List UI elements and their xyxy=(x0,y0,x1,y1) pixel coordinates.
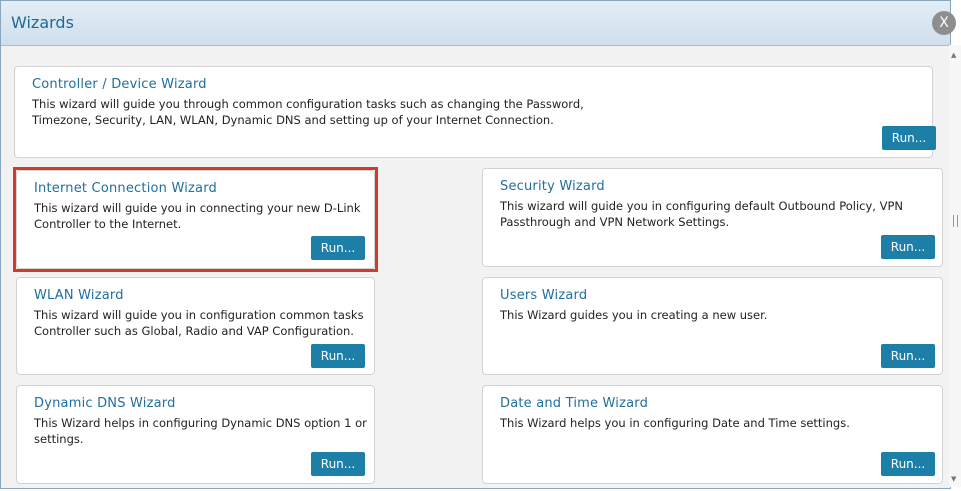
security-wizard-run-button[interactable]: Run... xyxy=(881,235,935,259)
internet-connection-wizard-description: This wizard will guide you in connecting… xyxy=(34,201,361,231)
users-wizard-run-button[interactable]: Run... xyxy=(881,344,935,368)
wlan-wizard-description: This wizard will guide you in configurat… xyxy=(34,308,364,338)
date-time-wizard-run-button[interactable]: Run... xyxy=(881,452,935,476)
users-wizard-card: Users Wizard This Wizard guides you in c… xyxy=(482,277,943,375)
controller-wizard-description: This wizard will guide you through commo… xyxy=(32,97,584,127)
security-wizard-description: This wizard will guide you in configurin… xyxy=(500,199,903,229)
users-wizard-title: Users Wizard xyxy=(500,288,588,303)
scrollbar[interactable]: ▲ ▼ xyxy=(949,45,961,487)
security-wizard-title: Security Wizard xyxy=(500,179,605,194)
dynamic-dns-wizard-run-button[interactable]: Run... xyxy=(311,452,365,476)
date-time-wizard-description: This Wizard helps you in configuring Dat… xyxy=(500,416,850,430)
date-time-wizard-title: Date and Time Wizard xyxy=(500,396,649,411)
close-button[interactable]: X xyxy=(932,11,956,35)
controller-wizard-run-button[interactable]: Run... xyxy=(882,126,936,150)
wizards-dialog: Wizards Controller / Device Wizard This … xyxy=(0,0,951,489)
security-wizard-card: Security Wizard This wizard will guide y… xyxy=(482,168,943,267)
internet-connection-wizard-card: Internet Connection Wizard This wizard w… xyxy=(16,170,375,269)
scroll-grip-icon[interactable] xyxy=(953,215,958,227)
scroll-up-arrow-icon[interactable]: ▲ xyxy=(951,51,956,59)
users-wizard-description: This Wizard guides you in creating a new… xyxy=(500,308,768,322)
wlan-wizard-title: WLAN Wizard xyxy=(34,288,124,303)
dynamic-dns-wizard-card: Dynamic DNS Wizard This Wizard helps in … xyxy=(16,385,375,484)
date-time-wizard-card: Date and Time Wizard This Wizard helps y… xyxy=(482,385,943,484)
wlan-wizard-card: WLAN Wizard This wizard will guide you i… xyxy=(16,277,375,375)
dialog-titlebar: Wizards xyxy=(1,1,950,46)
wizard-list: Controller / Device Wizard This wizard w… xyxy=(1,46,950,488)
internet-connection-wizard-title: Internet Connection Wizard xyxy=(34,181,217,196)
dialog-title: Wizards xyxy=(11,13,74,32)
dynamic-dns-wizard-title: Dynamic DNS Wizard xyxy=(34,396,176,411)
wlan-wizard-run-button[interactable]: Run... xyxy=(311,344,365,368)
controller-wizard-title: Controller / Device Wizard xyxy=(32,77,207,92)
internet-connection-wizard-run-button[interactable]: Run... xyxy=(311,236,365,260)
scroll-down-arrow-icon[interactable]: ▼ xyxy=(951,475,956,483)
dynamic-dns-wizard-description: This Wizard helps in configuring Dynamic… xyxy=(34,416,367,446)
controller-wizard-card: Controller / Device Wizard This wizard w… xyxy=(14,66,936,158)
